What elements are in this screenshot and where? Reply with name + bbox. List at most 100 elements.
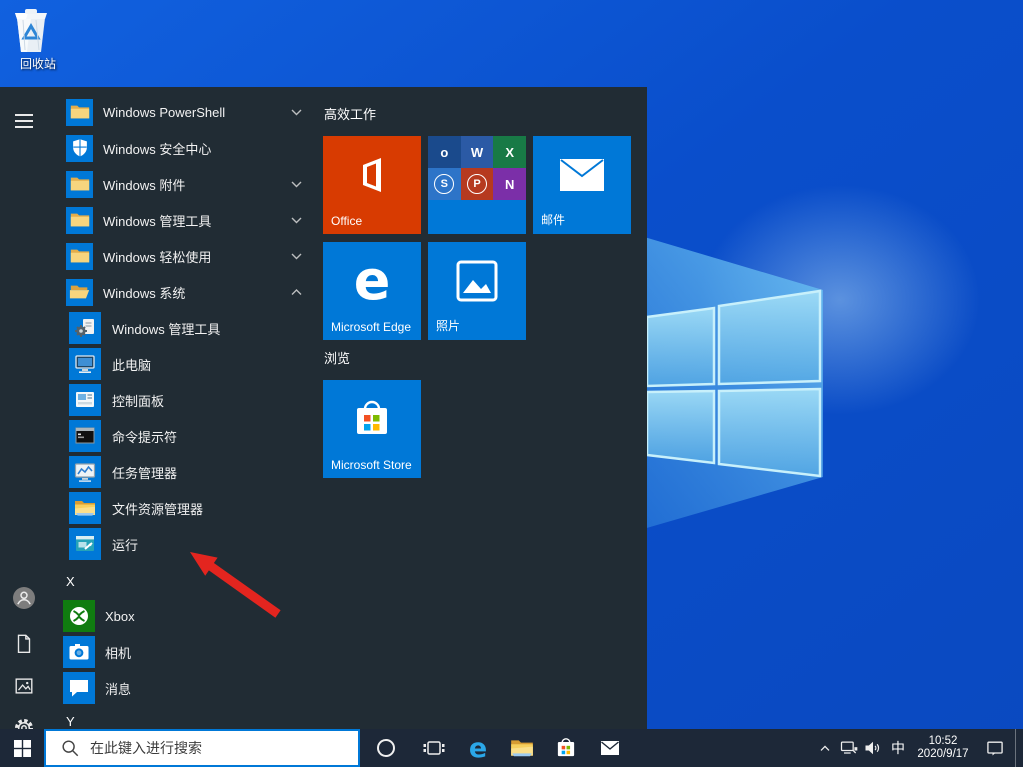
file-explorer-icon <box>75 501 95 516</box>
xbox-icon <box>70 607 88 625</box>
taskbar-store-button[interactable] <box>544 729 588 767</box>
tile-group-title-browse[interactable]: 浏览 <box>324 351 350 367</box>
action-center-button[interactable] <box>975 729 1015 767</box>
tile-label: Office <box>331 214 363 228</box>
folder-tile-icon <box>66 242 93 270</box>
app-list-item-windows-security[interactable]: Windows 安全中心 <box>56 130 318 166</box>
app-list-item-windows-powershell[interactable]: Windows PowerShell <box>56 94 318 130</box>
camera-icon <box>69 644 89 660</box>
task-manager-tile-icon <box>69 456 101 488</box>
tray-ime-indicator[interactable]: 中 <box>885 738 911 758</box>
app-list-item-task-manager[interactable]: 任务管理器 <box>56 454 318 490</box>
tray-hidden-icons-button[interactable] <box>813 729 837 767</box>
powerpoint-icon: P <box>460 168 494 200</box>
app-list-item-file-explorer[interactable]: 文件资源管理器 <box>56 490 318 526</box>
app-list-item-this-pc[interactable]: 此电脑 <box>56 346 318 382</box>
tile-microsoft-store[interactable]: Microsoft Store <box>323 380 421 478</box>
app-list-item-label: Windows 系统 <box>103 285 186 301</box>
mail-icon <box>533 144 631 206</box>
start-menu-expand-button[interactable] <box>12 108 36 134</box>
app-list-item-control-panel[interactable]: 控制面板 <box>56 382 318 418</box>
app-list-item-label: Windows 管理工具 <box>112 321 221 337</box>
taskbar-edge-button[interactable]: e <box>456 729 500 767</box>
tile-group-title-work[interactable]: 高效工作 <box>324 107 376 123</box>
camera-tile-icon <box>63 636 95 668</box>
search-input[interactable] <box>88 739 358 757</box>
app-list-item-label: 命令提示符 <box>112 429 178 445</box>
taskbar-mail-button[interactable] <box>588 729 632 767</box>
file-explorer-tile-icon <box>69 492 101 524</box>
app-list-item-windows-accessories[interactable]: Windows 附件 <box>56 166 318 202</box>
app-list-item-messaging[interactable]: 消息 <box>56 670 318 706</box>
outlook-icon: o <box>428 136 461 168</box>
documents-button[interactable] <box>12 631 36 657</box>
search-icon <box>60 738 80 758</box>
chevron-down-icon[interactable] <box>291 217 302 224</box>
settings-button[interactable] <box>12 715 36 729</box>
app-list-item-xbox[interactable]: Xbox <box>56 598 318 634</box>
tile-photos[interactable]: 照片 <box>428 242 526 340</box>
tray-network-button[interactable] <box>837 729 861 767</box>
tile-label: Microsoft Edge <box>331 320 412 334</box>
tray-time: 10:52 <box>928 735 958 747</box>
store-icon <box>557 738 575 757</box>
recycle-bin-label: 回收站 <box>19 57 56 71</box>
folder-icon <box>70 105 89 119</box>
task-manager-icon <box>74 463 96 482</box>
chevron-down-icon[interactable] <box>291 181 302 188</box>
skype-icon: S <box>428 168 461 200</box>
app-list-item-camera[interactable]: 相机 <box>56 634 318 670</box>
app-list-item-windows-system[interactable]: Windows 系统 <box>56 274 318 310</box>
user-avatar-icon <box>13 587 35 609</box>
chevron-down-icon[interactable] <box>291 109 302 116</box>
taskbar-file-explorer-button[interactable] <box>500 729 544 767</box>
app-list-section-x[interactable]: X <box>66 572 75 592</box>
open-folder-icon <box>69 285 89 299</box>
cortana-icon <box>377 739 395 757</box>
task-view-button[interactable] <box>412 729 456 767</box>
app-list-item-command-prompt[interactable]: 命令提示符 <box>56 418 318 454</box>
speaker-icon <box>865 741 880 755</box>
onenote-icon: N <box>493 168 526 200</box>
user-account-button[interactable] <box>12 585 36 611</box>
cortana-button[interactable] <box>360 729 412 767</box>
app-list-item-label: 相机 <box>105 645 132 661</box>
app-list-item-windows-ease-of-access[interactable]: Windows 轻松使用 <box>56 238 318 274</box>
tile-label: 照片 <box>436 319 461 333</box>
network-icon <box>840 741 858 754</box>
pictures-button[interactable] <box>12 673 36 699</box>
tile-office-apps-group[interactable]: o W X S P N <box>428 136 526 234</box>
start-button[interactable] <box>0 729 44 767</box>
app-list-item-run[interactable]: 运行 <box>56 526 318 562</box>
chevron-up-icon <box>820 745 830 751</box>
tile-mail[interactable]: 邮件 <box>533 136 631 234</box>
recycle-bin-desktop-icon[interactable]: 回收站 <box>8 6 68 72</box>
tile-office[interactable]: Office <box>323 136 421 234</box>
gear-icon <box>15 719 33 729</box>
app-list-item-windows-admin-tools-folder[interactable]: Windows 管理工具 <box>56 202 318 238</box>
tile-microsoft-edge[interactable]: e Microsoft Edge <box>323 242 421 340</box>
pictures-icon <box>15 678 33 694</box>
tray-clock[interactable]: 10:52 2020/9/17 <box>911 735 975 761</box>
store-icon <box>323 388 421 450</box>
app-list-item-label: Xbox <box>105 608 135 624</box>
messaging-tile-icon <box>63 672 95 704</box>
chevron-up-icon[interactable] <box>291 288 302 296</box>
folder-icon <box>70 249 89 263</box>
app-list-item-admin-tools[interactable]: Windows 管理工具 <box>56 310 318 346</box>
photos-icon <box>428 250 526 312</box>
command-prompt-icon <box>75 427 95 444</box>
app-list-item-label: Windows 附件 <box>103 177 186 193</box>
tray-volume-button[interactable] <box>861 729 885 767</box>
command-prompt-tile-icon <box>69 420 101 452</box>
show-desktop-button[interactable] <box>1015 729 1023 767</box>
word-icon: W <box>460 136 494 168</box>
taskbar-search-box[interactable] <box>44 729 360 767</box>
folder-icon <box>70 177 89 191</box>
start-menu-app-list: Windows PowerShell Windows 安全中心 Windows … <box>56 87 318 729</box>
app-list-section-y[interactable]: Y <box>66 712 75 729</box>
chevron-down-icon[interactable] <box>291 253 302 260</box>
task-view-icon <box>423 741 445 755</box>
office-apps-mini-grid: o W X S P N <box>428 136 526 200</box>
app-list-item-label: 任务管理器 <box>112 465 178 481</box>
